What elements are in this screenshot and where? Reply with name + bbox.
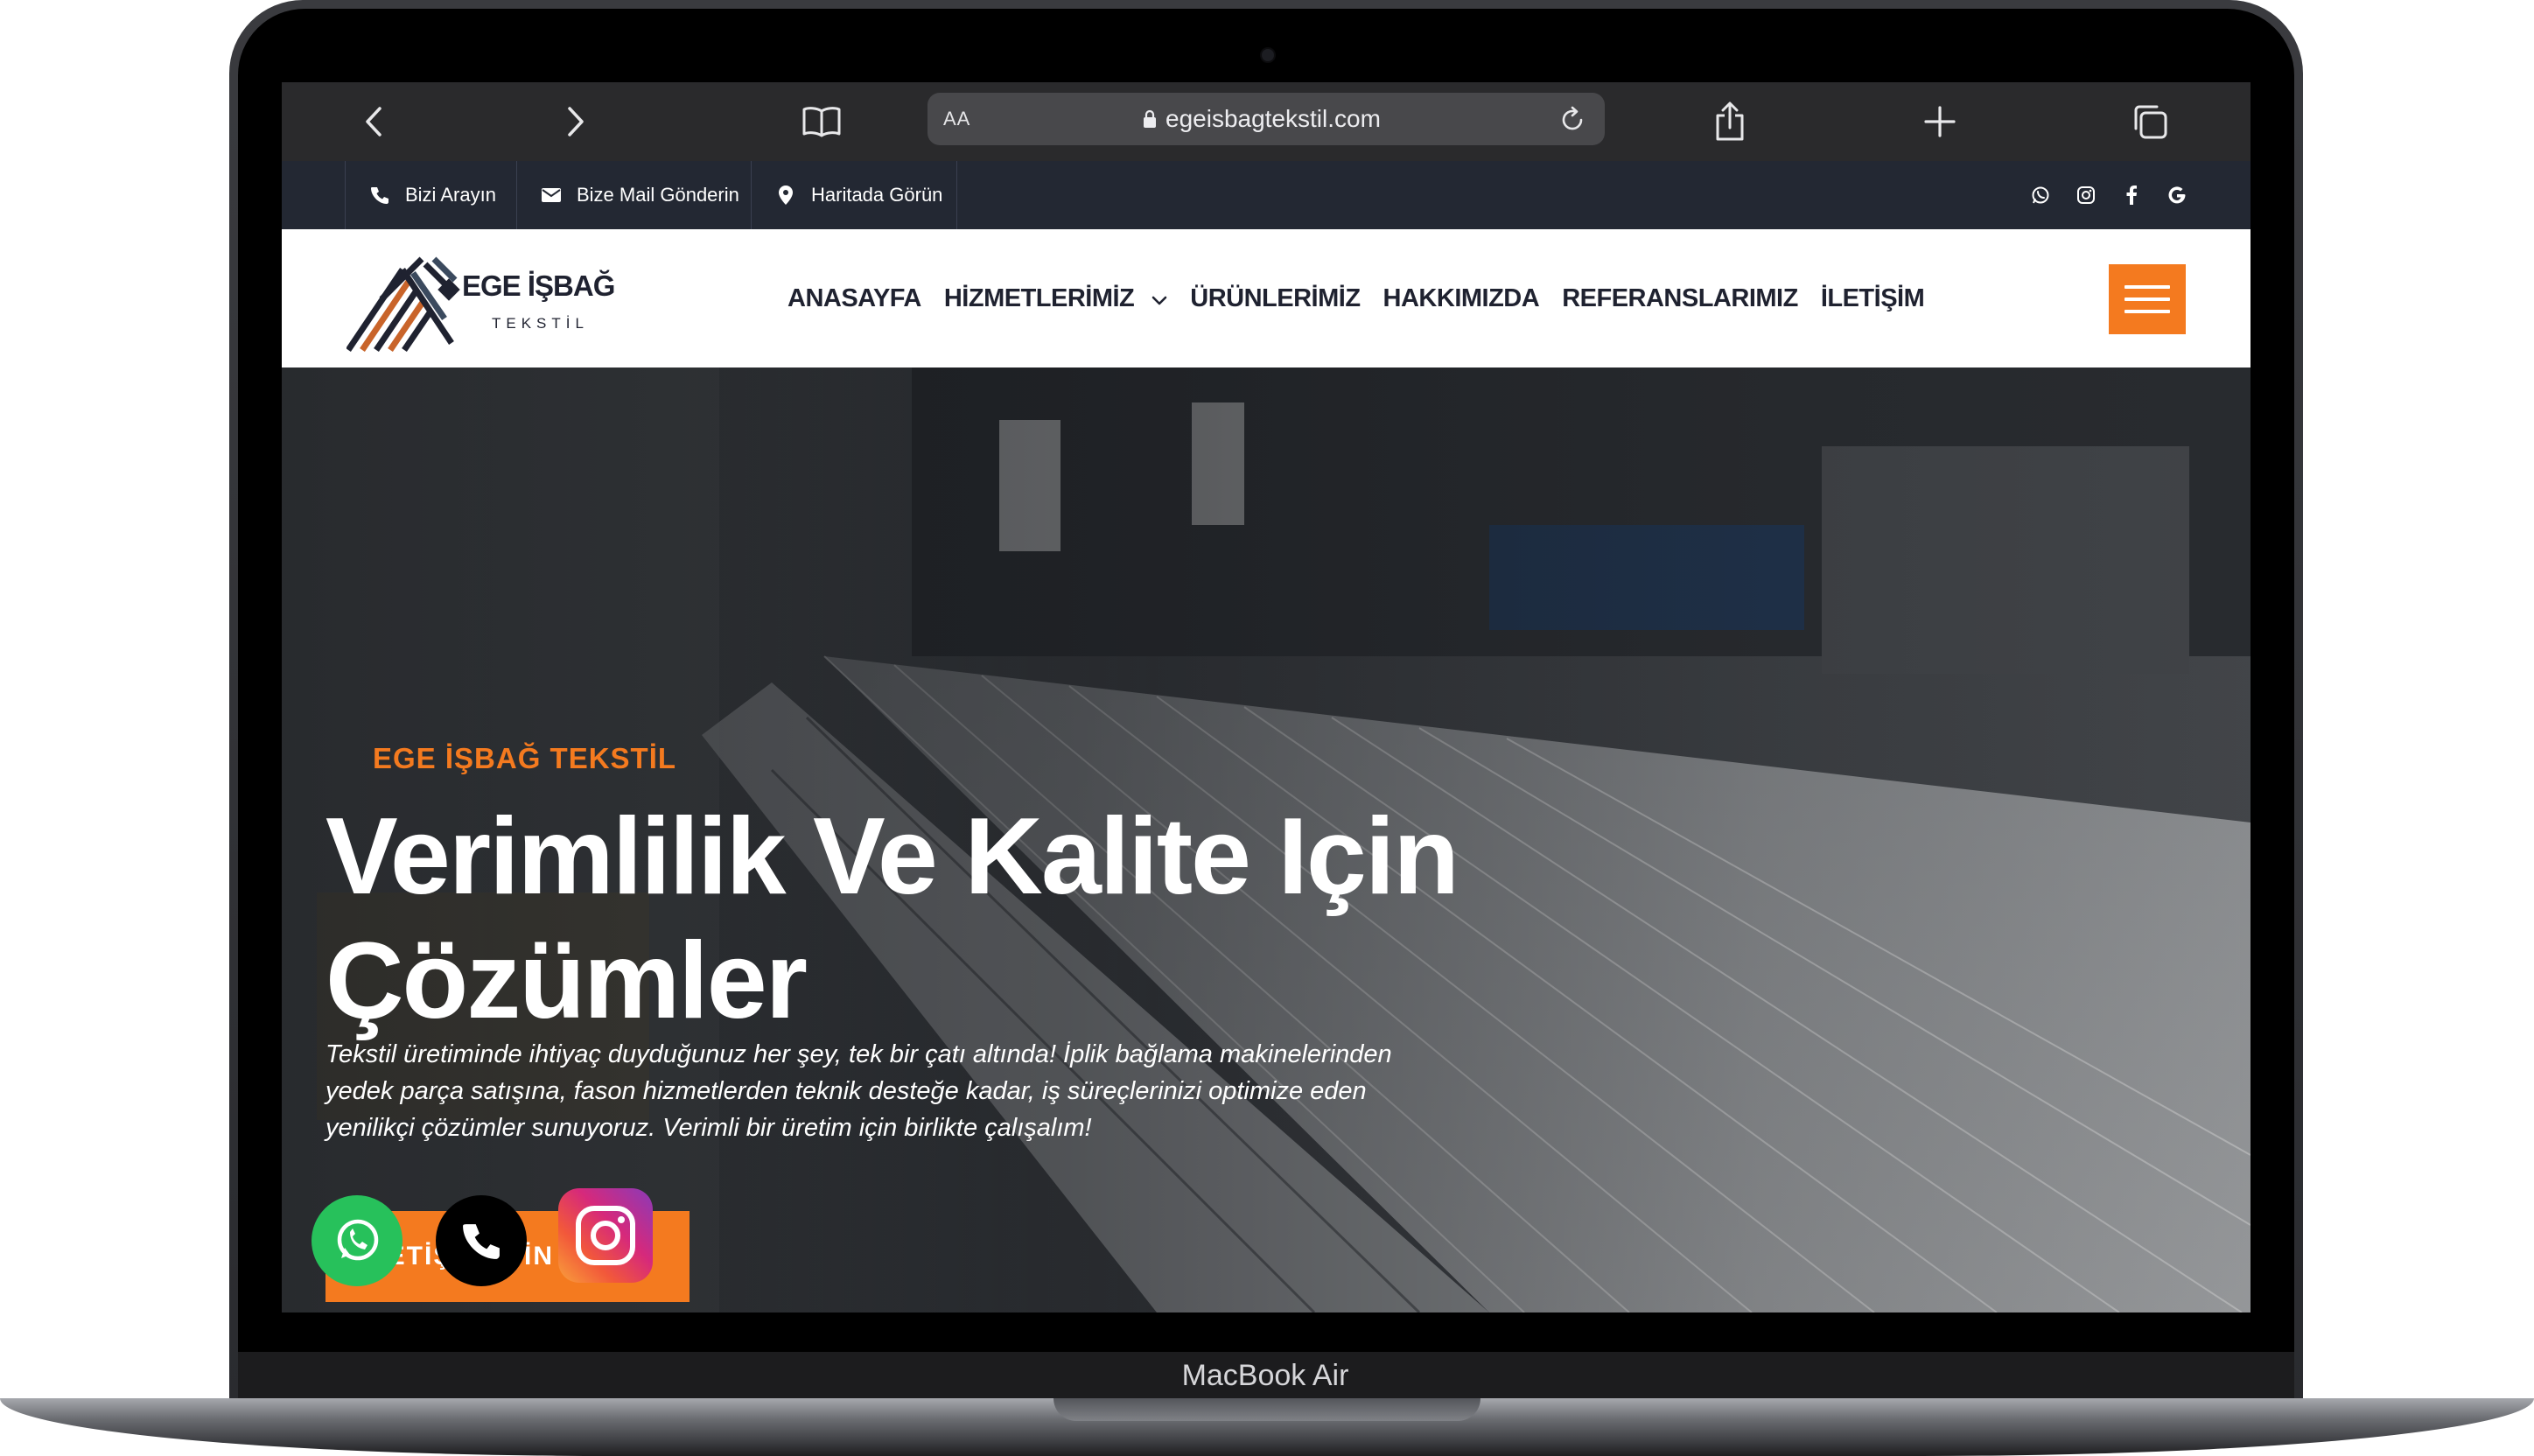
mail-link[interactable]: Bize Mail Gönderin [516,161,751,229]
address-bar[interactable]: AA egeisbagtekstil.com [928,93,1605,145]
google-icon[interactable] [2161,179,2193,211]
call-label: Bizi Arayın [405,184,496,206]
nav-contact[interactable]: İLETİŞİM [1821,284,1925,313]
phone-icon [463,1224,500,1259]
bookmarks-icon[interactable] [800,100,844,144]
menu-line [2124,285,2170,289]
logo-name[interactable]: EGE İŞBAĞ [462,270,615,303]
forward-icon[interactable] [554,100,598,144]
reload-icon[interactable] [1558,105,1587,135]
lock-icon [1143,109,1157,129]
mail-label: Bize Mail Gönderin [577,184,739,206]
map-link[interactable]: Haritada Görün [751,161,957,229]
site-header: EGE İŞBAĞ TEKSTİL ANASAYFA HİZMETLERİMİZ… [282,229,2250,368]
menu-line [2124,310,2170,313]
instagram-icon [576,1206,635,1265]
laptop-notch [1054,1398,1480,1421]
whatsapp-icon [337,1219,379,1261]
share-icon[interactable] [1708,100,1752,144]
whatsapp-float-button[interactable] [312,1195,402,1286]
reader-button[interactable]: AA [943,93,970,145]
mail-icon [542,186,561,205]
browser-toolbar: AA egeisbagtekstil.com [282,82,2250,161]
nav-home[interactable]: ANASAYFA [788,284,921,313]
map-pin-icon [776,186,795,205]
new-tab-icon[interactable] [1918,100,1962,144]
back-icon[interactable] [352,100,396,144]
nav-services-label: HİZMETLERİMİZ [943,284,1135,312]
logo-mark-icon[interactable] [346,256,469,352]
facebook-icon[interactable] [2116,179,2147,211]
phone-icon [370,186,389,205]
hero-section: EGE İŞBAĞ TEKSTİL Verimlilik Ve Kalite I… [282,368,2250,1312]
map-label: Haritada Görün [811,184,943,206]
device-model-label: MacBook Air [1181,1359,1349,1392]
hero-kicker: EGE İŞBAĞ TEKSTİL [373,742,677,774]
camera [1262,49,1274,61]
instagram-icon[interactable] [2070,179,2102,211]
instagram-float-button[interactable] [558,1188,653,1283]
logo-subtitle: TEKSTİL [492,315,589,332]
hero-title: Verimlilik Ve Kalite Için Çözümler [326,796,1460,1041]
hamburger-menu-button[interactable] [2109,264,2186,334]
whatsapp-icon[interactable] [2025,179,2056,211]
chevron-down-icon [1152,284,1167,313]
screen: AA egeisbagtekstil.com Bizi Arayın Bize … [282,82,2250,1312]
nav-references[interactable]: REFERANSLARIMIZ [1562,284,1798,313]
tabs-icon[interactable] [2128,100,2172,144]
hero-description: Tekstil üretiminde ihtiyaç duyduğunuz he… [326,1040,1392,1142]
menu-line [2124,298,2170,301]
nav-products[interactable]: ÜRÜNLERİMİZ [1190,284,1361,313]
url-text: egeisbagtekstil.com [1166,105,1381,132]
main-nav: ANASAYFA HİZMETLERİMİZ ÜRÜNLERİMİZ HAKKI… [788,229,1947,368]
contact-topbar: Bizi Arayın Bize Mail Gönderin Haritada … [282,161,2250,229]
call-link[interactable]: Bizi Arayın [345,161,516,229]
nav-services[interactable]: HİZMETLERİMİZ [944,284,1167,313]
phone-float-button[interactable] [436,1195,527,1286]
nav-about[interactable]: HAKKIMIZDA [1383,284,1540,313]
